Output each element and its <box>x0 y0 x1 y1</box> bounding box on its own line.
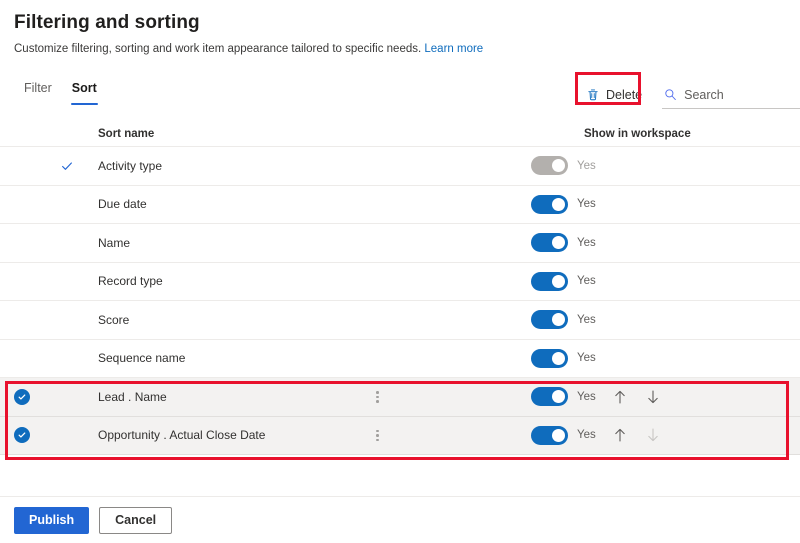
row-workspace-toggle-cell: Yes <box>476 233 656 253</box>
row-workspace-toggle-cell: Yes <box>476 271 656 291</box>
table-row[interactable]: Lead . Name Yes <box>0 378 800 417</box>
filtering-and-sorting-panel: Filtering and sorting Customize filterin… <box>0 0 800 543</box>
show-in-workspace-toggle[interactable] <box>531 387 568 407</box>
row-checkbox-checked-icon[interactable] <box>14 427 30 444</box>
row-sort-name: Record type <box>98 274 163 289</box>
toggle-state-label: Yes <box>577 236 596 249</box>
tab-sort[interactable]: Sort <box>62 78 107 105</box>
cancel-button[interactable]: Cancel <box>99 506 173 534</box>
table-row[interactable]: Record type Yes <box>0 262 800 301</box>
trash-icon <box>586 88 600 102</box>
row-workspace-toggle-cell: Yes <box>476 156 656 176</box>
toggle-state-label: Yes <box>577 275 596 288</box>
row-sort-name: Lead . Name <box>98 389 167 404</box>
move-down-icon <box>644 425 662 445</box>
row-reorder-controls <box>611 387 662 407</box>
toggle-state-label: Yes <box>577 429 596 442</box>
row-sort-name: Sequence name <box>98 351 186 366</box>
show-in-workspace-toggle[interactable] <box>531 310 568 330</box>
move-down-icon[interactable] <box>644 387 662 407</box>
move-up-icon[interactable] <box>611 425 629 445</box>
column-header-show-in-workspace: Show in workspace <box>584 127 691 140</box>
show-in-workspace-toggle[interactable] <box>531 194 568 214</box>
toggle-state-label: Yes <box>577 352 596 365</box>
row-workspace-toggle-cell: Yes <box>476 194 656 214</box>
show-in-workspace-toggle[interactable] <box>531 425 568 445</box>
row-workspace-toggle-cell: Yes <box>476 425 658 445</box>
panel-footer: Publish Cancel <box>0 496 800 543</box>
row-sort-name: Opportunity . Actual Close Date <box>98 428 266 443</box>
row-sort-name: Name <box>98 235 131 250</box>
table-row[interactable]: Opportunity . Actual Close Date Yes <box>0 416 800 455</box>
row-sort-name: Score <box>98 312 130 327</box>
delete-button[interactable]: Delete <box>578 81 650 109</box>
page-title: Filtering and sorting <box>14 12 200 33</box>
search-box[interactable] <box>662 81 800 109</box>
table-row[interactable]: Score Yes <box>0 301 800 340</box>
toggle-state-label: Yes <box>577 198 596 211</box>
move-up-icon[interactable] <box>611 387 629 407</box>
column-header-sort-name: Sort name <box>98 127 155 140</box>
table-row[interactable]: Sequence name Yes <box>0 339 800 378</box>
show-in-workspace-toggle[interactable] <box>531 233 568 253</box>
toggle-state-label: Yes <box>577 313 596 326</box>
row-overflow-menu-icon[interactable] <box>371 426 384 446</box>
row-sort-name: Due date <box>98 197 147 212</box>
table-row[interactable]: Name Yes <box>0 224 800 263</box>
tab-filter[interactable]: Filter <box>14 78 62 105</box>
show-in-workspace-toggle[interactable] <box>531 348 568 368</box>
checkmark-icon <box>60 159 74 173</box>
row-workspace-toggle-cell: Yes <box>476 348 656 368</box>
tab-list: Filter Sort <box>0 78 107 105</box>
row-reorder-controls <box>611 425 662 445</box>
sort-table: Sort name Show in workspace Activity typ… <box>0 121 800 455</box>
row-select-cell <box>14 388 44 405</box>
table-body: Activity type Yes Due date Yes Name Yes Record… <box>0 147 800 455</box>
command-actions: Delete <box>578 81 800 109</box>
publish-button[interactable]: Publish <box>14 506 90 534</box>
row-menu-cell <box>358 387 476 407</box>
command-bar: Filter Sort Delete <box>0 78 800 112</box>
row-workspace-toggle-cell: Yes <box>476 310 656 330</box>
search-input[interactable] <box>684 87 800 102</box>
row-select-cell <box>14 427 44 444</box>
learn-more-link[interactable]: Learn more <box>424 43 483 55</box>
page-subtitle: Customize filtering, sorting and work it… <box>14 42 800 57</box>
delete-button-label: Delete <box>606 88 643 102</box>
table-header-row: Sort name Show in workspace <box>0 121 800 147</box>
toggle-state-label: Yes <box>577 159 596 172</box>
row-menu-cell <box>358 426 476 446</box>
row-workspace-toggle-cell: Yes <box>476 387 658 407</box>
table-row[interactable]: Due date Yes <box>0 185 800 224</box>
row-overflow-menu-icon[interactable] <box>371 387 384 407</box>
search-icon <box>664 88 677 101</box>
show-in-workspace-toggle[interactable] <box>531 271 568 291</box>
row-marker-cell <box>44 159 98 173</box>
row-sort-name: Activity type <box>98 158 163 173</box>
panel-header: Filtering and sorting Customize filterin… <box>0 0 800 57</box>
page-subtitle-text: Customize filtering, sorting and work it… <box>14 43 422 55</box>
table-row[interactable]: Activity type Yes <box>0 147 800 186</box>
show-in-workspace-toggle <box>531 156 568 176</box>
toggle-state-label: Yes <box>577 390 596 403</box>
row-checkbox-checked-icon[interactable] <box>14 388 30 405</box>
